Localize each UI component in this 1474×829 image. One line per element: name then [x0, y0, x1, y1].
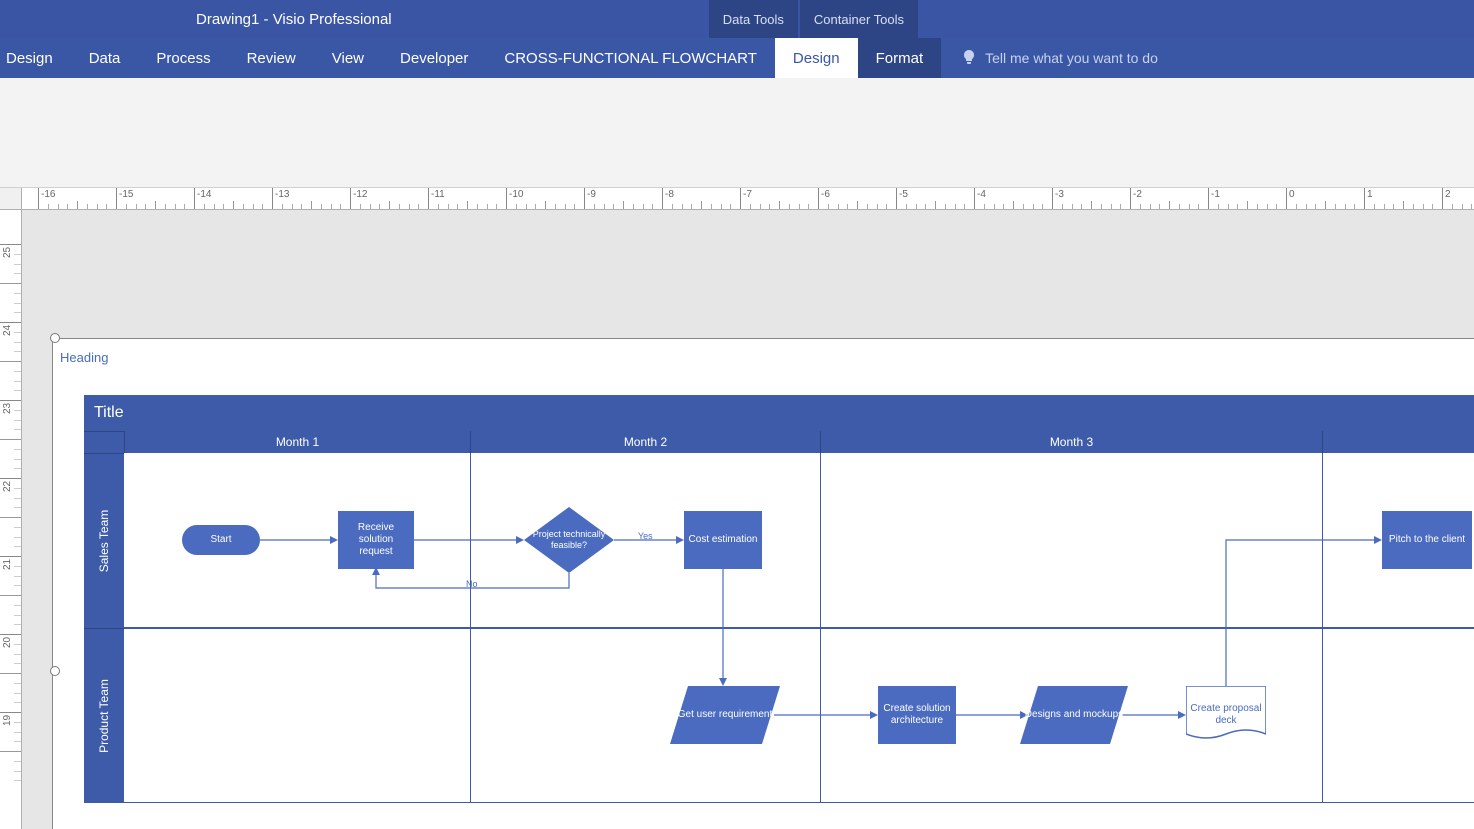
shape-designs-mockups[interactable]: Designs and mockups — [1020, 686, 1128, 744]
ruler-v-label: 20 — [2, 637, 13, 648]
ruler-h-label: -14 — [197, 189, 211, 200]
tab-process[interactable]: Process — [138, 38, 228, 78]
phase-month-3[interactable]: Month 3 — [820, 431, 1322, 453]
ruler-h-label: -7 — [743, 189, 752, 200]
lane-label-sales[interactable]: Sales Team — [84, 453, 124, 628]
tab-design[interactable]: Design — [775, 38, 858, 78]
ruler-h-label: -4 — [977, 189, 986, 200]
ruler-h-label: -8 — [665, 189, 674, 200]
lightbulb-icon — [961, 49, 977, 68]
app-title: Drawing1 - Visio Professional — [0, 11, 392, 28]
shape-pitch-client[interactable]: Pitch to the client — [1382, 511, 1472, 569]
lane-product[interactable] — [124, 628, 1474, 803]
tell-me-placeholder: Tell me what you want to do — [985, 50, 1158, 66]
phase-row: Month 1 Month 2 Month 3 — [84, 431, 1474, 453]
ruler-h-label: 0 — [1289, 189, 1295, 200]
ruler-v-label: 23 — [2, 403, 13, 414]
tab-developer[interactable]: Developer — [382, 38, 486, 78]
ribbon-body — [0, 78, 1474, 188]
tab-data[interactable]: Data — [71, 38, 139, 78]
ruler-corner — [0, 188, 22, 210]
ribbon-tabs: Design Data Process Review View Develope… — [0, 38, 1474, 78]
phase-month-4[interactable] — [1322, 431, 1474, 453]
shape-get-user-requirement[interactable]: Get user requirement — [670, 686, 780, 744]
ruler-h-label: -16 — [41, 189, 55, 200]
ruler-v-label: 21 — [2, 559, 13, 570]
page-heading[interactable]: Heading — [60, 350, 108, 365]
lanes-grid: Start Receive solution request Project t… — [124, 453, 1474, 803]
connector-label-no: No — [464, 579, 480, 589]
lane-label-product[interactable]: Product Team — [84, 628, 124, 803]
ruler-h-label: -3 — [1055, 189, 1064, 200]
tab-review[interactable]: Review — [229, 38, 314, 78]
ruler-h-label: -10 — [509, 189, 523, 200]
phase-month-2[interactable]: Month 2 — [470, 431, 820, 453]
tab-cross-functional-flowchart[interactable]: CROSS-FUNCTIONAL FLOWCHART — [486, 38, 775, 78]
ruler-h-label: -2 — [1133, 189, 1142, 200]
shape-start-terminator[interactable]: Start — [182, 525, 260, 555]
contextual-tabs: Data Tools Container Tools — [709, 0, 918, 38]
ruler-h-label: -6 — [821, 189, 830, 200]
connector-label-yes: Yes — [636, 531, 655, 541]
ruler-h-label: -13 — [275, 189, 289, 200]
tab-design-contextual-left[interactable]: Design — [0, 38, 71, 78]
selection-handle-top[interactable] — [50, 333, 60, 343]
context-tab-data-tools[interactable]: Data Tools — [709, 0, 798, 38]
tab-view[interactable]: View — [314, 38, 382, 78]
shape-create-architecture[interactable]: Create solution architecture — [878, 686, 956, 744]
shape-create-proposal-deck[interactable]: Create proposal deck — [1186, 686, 1266, 744]
phase-gutter — [84, 431, 124, 453]
ruler-h-label: -5 — [899, 189, 908, 200]
context-tab-container-tools[interactable]: Container Tools — [800, 0, 918, 38]
vertical-ruler[interactable]: 25 24 23 22 21 20 19 — [0, 210, 22, 829]
title-bar: Drawing1 - Visio Professional Data Tools… — [0, 0, 1474, 38]
drawing-canvas[interactable]: Heading Title Month 1 Month 2 Month 3 Sa… — [22, 210, 1474, 829]
ruler-h-label: 2 — [1445, 189, 1451, 200]
swimlane-title[interactable]: Title — [84, 395, 1474, 431]
ruler-v-label: 19 — [2, 715, 13, 726]
ruler-h-label: -11 — [431, 189, 445, 200]
horizontal-ruler[interactable]: -16-15-14-13-12-11-10-9-8-7-6-5-4-3-2-10… — [0, 188, 1474, 210]
ruler-h-label: 1 — [1367, 189, 1373, 200]
shape-receive-request[interactable]: Receive solution request — [338, 511, 414, 569]
tell-me-search[interactable]: Tell me what you want to do — [941, 38, 1158, 78]
ruler-v-label: 22 — [2, 481, 13, 492]
selection-handle-mid[interactable] — [50, 666, 60, 676]
phase-month-1[interactable]: Month 1 — [124, 431, 470, 453]
ruler-v-label: 25 — [2, 247, 13, 258]
ruler-h-label: -9 — [587, 189, 596, 200]
ruler-h-label: -12 — [353, 189, 367, 200]
shape-cost-estimation[interactable]: Cost estimation — [684, 511, 762, 569]
shape-decision-feasible[interactable]: Project technically feasible? — [524, 507, 614, 573]
lane-sales[interactable] — [124, 453, 1474, 628]
tab-format[interactable]: Format — [858, 38, 942, 78]
ruler-h-label: -1 — [1211, 189, 1220, 200]
ruler-v-label: 24 — [2, 325, 13, 336]
ruler-h-label: -15 — [119, 189, 133, 200]
swimlane-container[interactable]: Title Month 1 Month 2 Month 3 Sales Team… — [84, 395, 1474, 803]
